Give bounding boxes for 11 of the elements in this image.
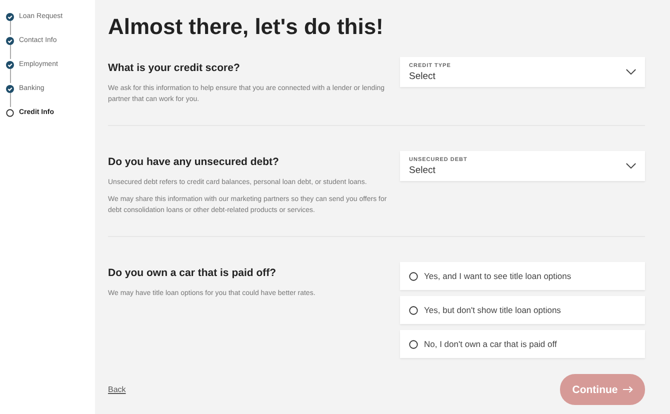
question-heading: Do you have any unsecured debt?: [108, 156, 280, 168]
radio-option[interactable]: No, I don't own a car that is paid off: [400, 330, 645, 358]
question-heading: Do you own a car that is paid off?: [108, 267, 278, 279]
back-link[interactable]: Back: [108, 385, 126, 394]
question-heading: What is your credit score?: [108, 62, 241, 74]
chevron-down-icon: [626, 163, 636, 169]
chevron-down-icon: [626, 69, 636, 75]
radio-option[interactable]: Yes, and I want to see title loan options: [400, 262, 645, 290]
radio-option[interactable]: Yes, but don't show title loan options: [400, 296, 645, 324]
arrow-right-icon: [622, 386, 633, 393]
page-title: Almost there, let's do this!: [108, 14, 384, 40]
